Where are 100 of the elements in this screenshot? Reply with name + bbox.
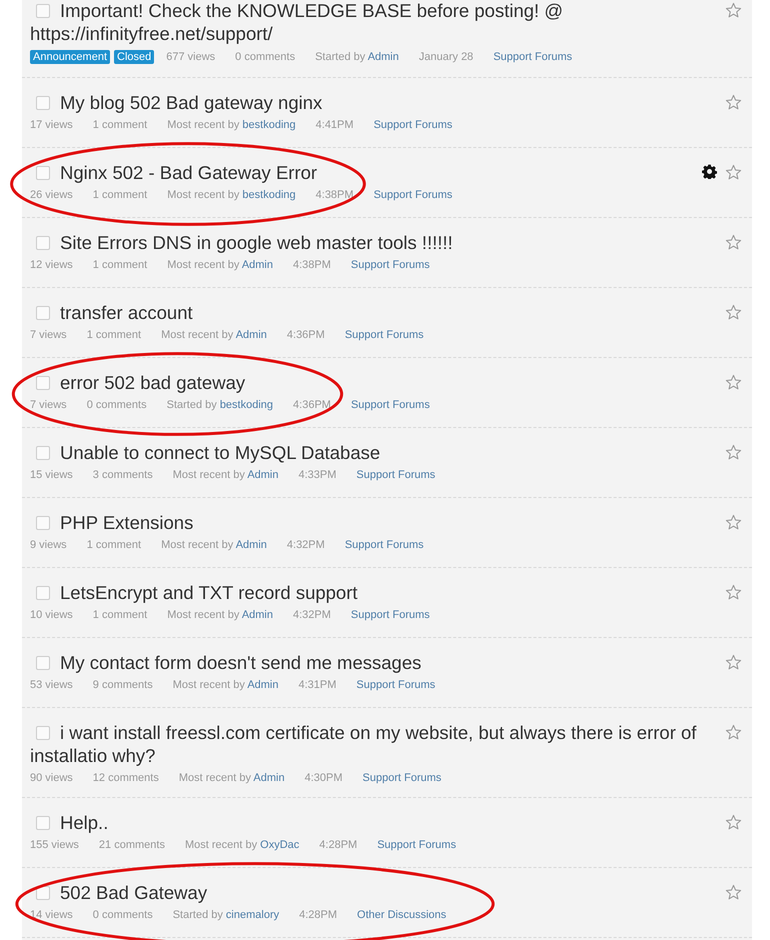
comments-count: 9 comments <box>92 679 153 691</box>
checkbox[interactable] <box>36 726 50 740</box>
discussion-title[interactable]: Site Errors DNS in google web master tools !!!!!! <box>30 231 705 254</box>
discussion-title[interactable]: 502 Bad Gateway <box>30 881 705 904</box>
author-link[interactable]: Admin <box>242 259 273 271</box>
star-icon[interactable] <box>725 374 742 391</box>
author-link[interactable]: bestkoding <box>220 399 274 411</box>
checkbox[interactable] <box>36 816 50 830</box>
checkbox[interactable] <box>36 376 50 390</box>
checkbox[interactable] <box>36 236 50 250</box>
author-label: Most recent by <box>184 839 258 851</box>
views-count: 90 views <box>30 772 73 784</box>
post-time: 4:32PM <box>293 609 331 621</box>
author-label: Most recent by <box>167 259 240 271</box>
checkbox[interactable] <box>36 96 50 110</box>
category-link[interactable]: Support Forums <box>356 469 436 481</box>
category-link[interactable]: Support Forums <box>377 839 456 851</box>
views-count: 10 views <box>30 609 73 621</box>
author-link[interactable]: cinemalory <box>226 909 280 921</box>
author-link[interactable]: Admin <box>368 51 399 63</box>
comments-count: 1 comment <box>86 539 142 551</box>
post-time: 4:38PM <box>293 259 331 271</box>
category-link[interactable]: Support Forums <box>374 189 452 201</box>
post-time: 4:36PM <box>293 399 331 411</box>
discussion-title[interactable]: Unable to connect to MySQL Database <box>30 441 705 464</box>
category-link[interactable]: Support Forums <box>344 539 424 551</box>
star-icon[interactable] <box>725 2 742 19</box>
discussion-title[interactable]: Nginx 502 - Bad Gateway Error <box>30 161 682 184</box>
category-link[interactable]: Support Forums <box>344 329 424 341</box>
category-link[interactable]: Support Forums <box>350 609 430 621</box>
star-icon[interactable] <box>725 304 742 321</box>
views-count: 17 views <box>30 119 73 131</box>
post-time: 4:41PM <box>316 119 354 131</box>
checkbox[interactable] <box>36 516 50 530</box>
comments-count: 1 comment <box>92 259 148 271</box>
comments-count: 3 comments <box>92 469 153 481</box>
post-time: 4:33PM <box>298 469 336 481</box>
views-count: 7 views <box>30 329 67 341</box>
star-icon[interactable] <box>725 94 742 111</box>
comments-count: 1 comment <box>92 119 148 131</box>
discussion-title[interactable]: Important! Check the KNOWLEDGE BASE before posting! @ https://infinityfree.net/support/ <box>30 0 705 45</box>
comments-count: 0 comments <box>235 51 296 63</box>
category-link[interactable]: Support Forums <box>350 259 430 271</box>
author-label: Most recent by <box>161 329 234 341</box>
views-count: 15 views <box>30 469 73 481</box>
settings-icon[interactable] <box>702 164 717 179</box>
checkbox[interactable] <box>36 166 50 180</box>
views-count: 677 views <box>166 51 216 63</box>
checkbox[interactable] <box>36 656 50 670</box>
checkbox[interactable] <box>36 446 50 460</box>
author-link[interactable]: Admin <box>242 609 273 621</box>
category-link[interactable]: Support Forums <box>493 51 572 63</box>
author-link[interactable]: Admin <box>247 469 278 481</box>
comments-count: 0 comments <box>92 909 153 921</box>
author-label: Most recent by <box>172 679 245 691</box>
post-time: 4:28PM <box>299 909 338 921</box>
author-link[interactable]: Admin <box>236 329 267 341</box>
discussion-title[interactable]: LetsEncrypt and TXT record support <box>30 581 705 604</box>
author-link[interactable]: Admin <box>236 539 267 551</box>
checkbox[interactable] <box>36 4 50 18</box>
star-icon[interactable] <box>725 724 742 741</box>
star-icon[interactable] <box>725 444 742 461</box>
star-icon[interactable] <box>725 514 742 531</box>
category-link[interactable]: Support Forums <box>356 679 436 691</box>
author-link[interactable]: OxyDac <box>260 839 300 851</box>
star-icon[interactable] <box>725 584 742 601</box>
discussion-title[interactable]: My contact form doesn't send me messages <box>30 651 705 674</box>
author-label: Most recent by <box>161 539 234 551</box>
category-link[interactable]: Other Discussions <box>357 909 446 921</box>
author-label: Most recent by <box>178 772 251 784</box>
views-count: 12 views <box>30 259 73 271</box>
star-icon[interactable] <box>725 164 742 181</box>
author-link[interactable]: bestkoding <box>242 119 296 131</box>
star-icon[interactable] <box>725 654 742 671</box>
discussion-title[interactable]: error 502 bad gateway <box>30 371 705 394</box>
category-link[interactable]: Support Forums <box>350 399 430 411</box>
author-label: Most recent by <box>167 609 240 621</box>
checkbox[interactable] <box>36 306 50 320</box>
discussion-title[interactable]: My blog 502 Bad gateway nginx <box>30 91 705 114</box>
checkbox[interactable] <box>36 586 50 600</box>
author-label: Started by <box>166 399 217 411</box>
star-icon[interactable] <box>725 234 742 251</box>
author-link[interactable]: Admin <box>253 772 285 784</box>
comments-count: 1 comment <box>92 189 148 201</box>
discussion-title[interactable]: i want install freessl.com certificate on my website, but always there is error of installatio why? <box>30 721 705 767</box>
discussion-title[interactable]: Help.. <box>30 811 705 834</box>
discussion-title[interactable]: transfer account <box>30 301 705 324</box>
comments-count: 1 comment <box>86 329 142 341</box>
views-count: 155 views <box>30 839 79 851</box>
star-icon[interactable] <box>725 814 742 831</box>
author-link[interactable]: Admin <box>247 679 278 691</box>
category-link[interactable]: Support Forums <box>362 772 442 784</box>
category-link[interactable]: Support Forums <box>374 119 452 131</box>
author-label: Most recent by <box>167 189 240 201</box>
comments-count: 12 comments <box>92 772 159 784</box>
discussion-title[interactable]: PHP Extensions <box>30 511 705 534</box>
post-time: 4:31PM <box>298 679 336 691</box>
star-icon[interactable] <box>725 884 742 901</box>
tag-badge: Closed <box>114 50 154 64</box>
author-link[interactable]: bestkoding <box>242 189 296 201</box>
